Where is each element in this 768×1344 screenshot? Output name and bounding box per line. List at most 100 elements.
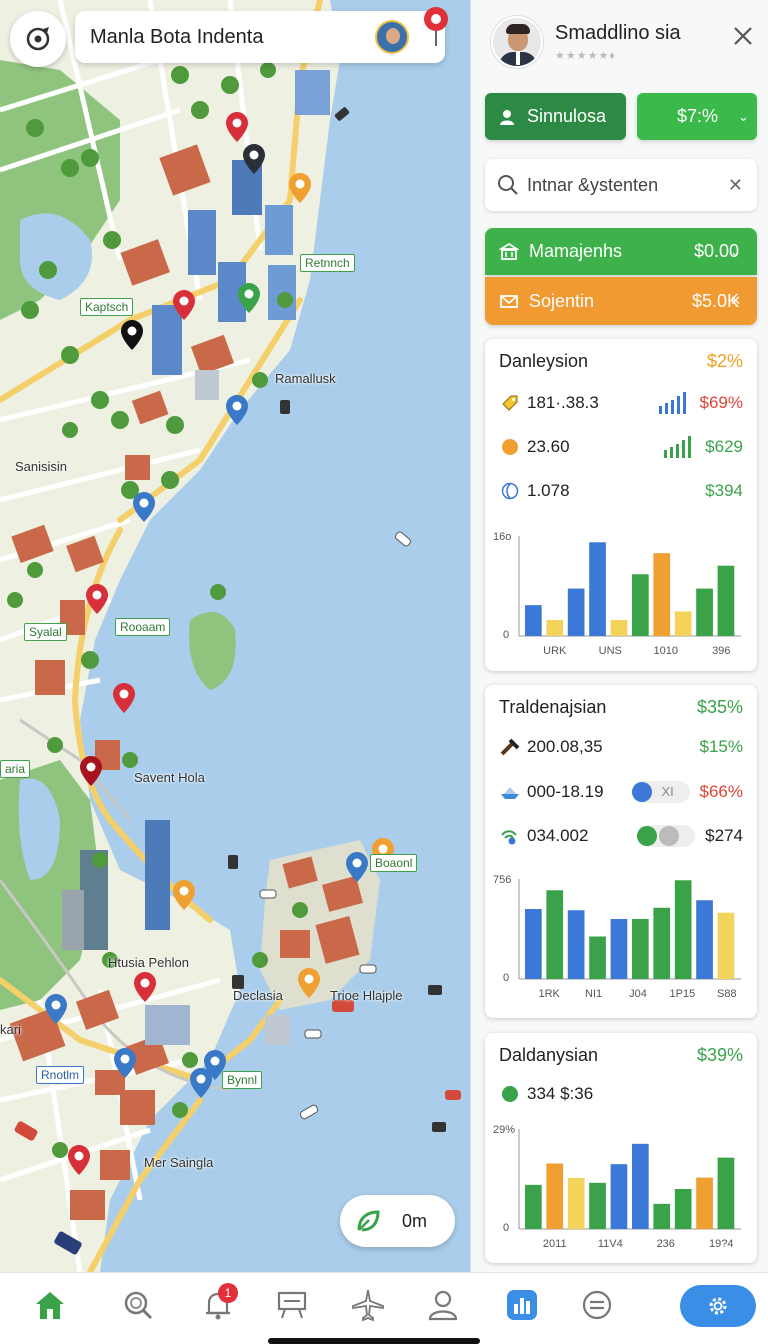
nav-search[interactable] bbox=[118, 1285, 158, 1325]
chart-bar[interactable] bbox=[696, 588, 713, 636]
metric-row[interactable]: 181·.38.3 $69% bbox=[499, 390, 743, 416]
place-tag[interactable]: Rooaam bbox=[115, 618, 171, 636]
user-avatar[interactable] bbox=[375, 20, 409, 54]
map-pin-red[interactable] bbox=[173, 290, 195, 320]
chart-bar[interactable] bbox=[589, 936, 606, 980]
chart-bar[interactable] bbox=[567, 1177, 585, 1229]
gear-icon bbox=[709, 1297, 727, 1315]
chart-bar[interactable] bbox=[717, 1157, 735, 1229]
chart-bar[interactable] bbox=[589, 542, 606, 636]
chart-bar[interactable] bbox=[653, 553, 671, 636]
map-pin-orange[interactable] bbox=[289, 173, 311, 203]
chart-bar[interactable] bbox=[525, 605, 542, 636]
chart-bar[interactable] bbox=[610, 620, 628, 636]
account-row-orange[interactable]: Sojentin $5.0K ✕ bbox=[485, 277, 757, 325]
map-pin-blue[interactable] bbox=[190, 1068, 212, 1098]
distance-chip[interactable]: 0m bbox=[340, 1195, 455, 1247]
card-percent: $39% bbox=[696, 1045, 743, 1065]
profile-header[interactable]: Smaddlino sia ★★★★★♦ bbox=[491, 14, 761, 70]
chart-bar[interactable] bbox=[653, 1203, 671, 1229]
bar-chart[interactable]: 29% 0 2011 11V4 236 19?4 bbox=[485, 1117, 757, 1257]
chart-bar[interactable] bbox=[610, 1164, 628, 1229]
place-tag[interactable]: Kaptsch bbox=[80, 298, 134, 316]
profile-avatar[interactable] bbox=[491, 16, 543, 68]
toggle-switch[interactable]: XI bbox=[631, 781, 690, 803]
chart-bar[interactable] bbox=[674, 1189, 692, 1229]
map-pin-red[interactable] bbox=[226, 112, 248, 142]
stats-card[interactable]: Danleysion $2% 181·.38.3 $69% 23.60 $629 … bbox=[485, 339, 757, 671]
metric-row[interactable]: 23.60 $629 bbox=[499, 434, 743, 460]
nav-menu[interactable] bbox=[577, 1285, 617, 1325]
chart-bar[interactable] bbox=[589, 1182, 606, 1229]
chart-bar[interactable] bbox=[696, 1177, 713, 1229]
nav-flights[interactable] bbox=[348, 1285, 388, 1325]
map-pin-blue[interactable] bbox=[45, 994, 67, 1024]
account-row-green[interactable]: Mamajenhs $0.00 ⌄ bbox=[485, 228, 757, 275]
close-button[interactable] bbox=[733, 26, 753, 48]
map-pin-red[interactable] bbox=[68, 1145, 90, 1175]
metric-row[interactable]: 334 $:36 bbox=[499, 1081, 743, 1107]
chart-bar[interactable] bbox=[674, 611, 692, 636]
nav-notifications[interactable]: 1 bbox=[198, 1283, 238, 1325]
place-tag[interactable]: Syalal bbox=[24, 623, 67, 641]
tag-icon bbox=[502, 395, 518, 411]
map-search-bar[interactable]: Manla Bota Indenta bbox=[75, 11, 445, 63]
chart-bar[interactable] bbox=[567, 588, 585, 636]
chart-bar[interactable] bbox=[546, 890, 564, 979]
location-pin-icon[interactable] bbox=[423, 6, 449, 48]
metric-row[interactable]: 1.078 $394 bbox=[499, 478, 743, 504]
bar-chart[interactable]: 16o 0 URK UNS 1010 396 bbox=[485, 524, 757, 664]
chart-bar[interactable] bbox=[525, 1184, 542, 1229]
chart-bar[interactable] bbox=[567, 910, 585, 979]
place-tag[interactable]: Bynnl bbox=[222, 1071, 263, 1089]
map-pin-blue[interactable] bbox=[346, 852, 368, 882]
nav-home[interactable] bbox=[30, 1285, 70, 1325]
chart-bar[interactable] bbox=[717, 565, 735, 636]
place-tag[interactable]: aria bbox=[0, 760, 31, 778]
place-tag[interactable]: Boaonl bbox=[370, 854, 418, 872]
map-pin-blue[interactable] bbox=[133, 492, 155, 522]
chart-bar[interactable] bbox=[717, 912, 735, 979]
simulation-button[interactable]: Sinnulosa bbox=[485, 93, 626, 140]
nav-settings-button[interactable] bbox=[680, 1285, 756, 1327]
chart-bar[interactable] bbox=[632, 919, 649, 979]
map-pin-red[interactable] bbox=[113, 683, 135, 713]
bar-chart[interactable]: 756 0 1RK NI1 J04 1P15 S88 bbox=[485, 867, 757, 1007]
toggle-switch[interactable] bbox=[637, 825, 696, 847]
map-pin-red[interactable] bbox=[134, 972, 156, 1002]
map-pin-dark[interactable] bbox=[121, 320, 143, 350]
nav-stats[interactable] bbox=[502, 1285, 542, 1325]
map-pin-darkred[interactable] bbox=[80, 756, 102, 786]
compass-button[interactable] bbox=[10, 11, 66, 67]
map-view[interactable]: Ramallusk Sanisisin Savent Hola Htusia P… bbox=[0, 0, 470, 1272]
metric-row[interactable]: 034.002 $274 bbox=[499, 823, 743, 849]
panel-search-input[interactable]: Intnar &ystenten ✕ bbox=[485, 159, 757, 211]
map-pin-dark[interactable] bbox=[243, 144, 265, 174]
metric-row[interactable]: 000-18.19 XI $66% bbox=[499, 779, 743, 805]
chart-bar[interactable] bbox=[610, 919, 628, 979]
close-icon[interactable]: ✕ bbox=[730, 293, 741, 309]
stats-card[interactable]: Traldenajsian $35% 200.08,35 $15% 000-18.… bbox=[485, 685, 757, 1018]
chart-bar[interactable] bbox=[546, 1163, 564, 1229]
chart-bar[interactable] bbox=[674, 880, 692, 979]
percent-button[interactable]: $7:% ⌄ bbox=[637, 93, 757, 140]
map-pin-blue[interactable] bbox=[226, 395, 248, 425]
map-pin-orange[interactable] bbox=[298, 968, 320, 998]
map-pin-red[interactable] bbox=[86, 584, 108, 614]
chart-bar[interactable] bbox=[653, 907, 671, 979]
nav-profile[interactable] bbox=[423, 1285, 463, 1325]
chart-bar[interactable] bbox=[632, 574, 649, 636]
chart-bar[interactable] bbox=[696, 900, 713, 979]
map-pin-blue[interactable] bbox=[114, 1048, 136, 1078]
chart-bar[interactable] bbox=[525, 909, 542, 979]
nav-board[interactable] bbox=[272, 1285, 312, 1325]
stats-card[interactable]: Daldanysian $39% 334 $:36 29% 0 2011 11V4 236… bbox=[485, 1033, 757, 1263]
clear-icon[interactable]: ✕ bbox=[728, 175, 743, 196]
map-pin-green[interactable] bbox=[238, 283, 260, 313]
place-tag[interactable]: Rnotlm bbox=[36, 1066, 85, 1084]
metric-row[interactable]: 200.08,35 $15% bbox=[499, 734, 743, 760]
chart-bar[interactable] bbox=[546, 620, 564, 636]
chart-bar[interactable] bbox=[632, 1143, 649, 1229]
place-tag[interactable]: Retnnch bbox=[300, 254, 355, 272]
map-pin-orange[interactable] bbox=[173, 880, 195, 910]
